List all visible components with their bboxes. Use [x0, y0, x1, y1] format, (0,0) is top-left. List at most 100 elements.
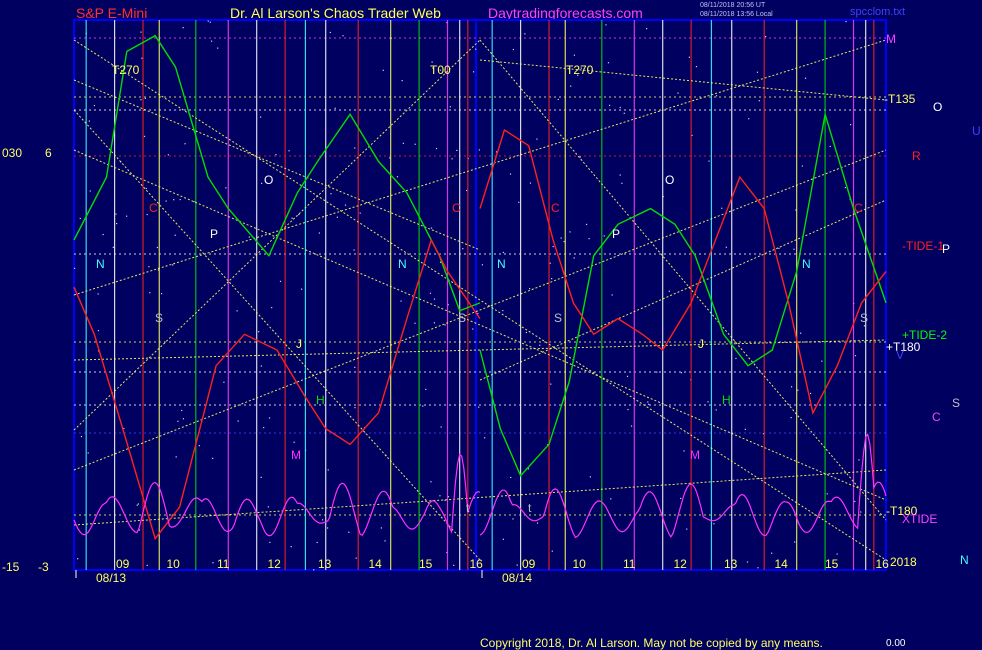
star-dot: [145, 187, 147, 190]
star-dot: [225, 187, 227, 189]
star-dot: [829, 145, 831, 148]
star-dot: [744, 428, 746, 430]
star-dot: [290, 546, 292, 548]
star-dot: [845, 21, 847, 23]
star-dot: [116, 222, 118, 225]
star-dot: [557, 98, 559, 101]
planet-label: T00: [430, 63, 451, 77]
star-dot: [321, 519, 324, 521]
star-dot: [695, 65, 698, 68]
star-dot: [647, 401, 649, 403]
star-dot: [453, 564, 455, 566]
star-dot: [400, 300, 402, 302]
star-dot: [512, 48, 514, 51]
star-dot: [746, 561, 749, 563]
star-dot: [355, 557, 357, 559]
star-dot: [456, 149, 458, 152]
star-dot: [603, 235, 605, 237]
date-tick-label: 08/14: [502, 571, 532, 585]
star-dot: [449, 106, 451, 108]
star-dot: [414, 143, 416, 145]
planet-label: P: [612, 227, 620, 241]
star-dot: [551, 277, 553, 280]
star-dot: [112, 246, 114, 248]
star-dot: [97, 330, 100, 332]
planet-label: P: [210, 227, 218, 241]
star-dot: [854, 355, 857, 357]
star-dot: [167, 154, 169, 156]
star-dot: [573, 54, 575, 56]
planet-label: O: [665, 173, 674, 187]
right-label-t135: -T135: [884, 92, 916, 106]
star-dot: [539, 344, 541, 346]
star-dot: [683, 450, 685, 452]
star-dot: [725, 246, 727, 248]
right-label-v: V: [896, 348, 905, 362]
star-dot: [573, 257, 575, 259]
star-dot: [713, 523, 715, 525]
star-dot: [836, 553, 838, 555]
hour-tick-label: 12: [674, 557, 688, 571]
planet-label: S: [554, 311, 562, 325]
star-dot: [137, 503, 139, 505]
star-dot: [212, 562, 214, 564]
star-dot: [217, 47, 219, 49]
star-dot: [524, 33, 526, 35]
planet-label: M: [291, 448, 301, 462]
star-dot: [850, 124, 852, 126]
star-dot: [549, 262, 551, 264]
star-dot: [560, 237, 562, 239]
hour-tick-label: 13: [318, 557, 332, 571]
star-dot: [793, 248, 795, 250]
star-dot: [402, 142, 404, 144]
star-dot: [327, 469, 329, 471]
star-dot: [140, 99, 142, 101]
hour-tick-label: 10: [167, 557, 181, 571]
star-dot: [626, 375, 629, 377]
star-dot: [288, 150, 290, 152]
date-tick-label: 08/13: [96, 571, 126, 585]
star-dot: [425, 388, 427, 391]
planet-label: O: [264, 173, 273, 187]
star-dot: [330, 193, 332, 195]
star-dot: [630, 425, 633, 427]
hour-tick-label: 11: [217, 557, 230, 571]
chart-screen: S&P E-Mini Dr. Al Larson's Chaos Trader …: [0, 0, 982, 650]
star-dot: [210, 40, 213, 42]
star-dot: [435, 147, 438, 150]
star-dot: [184, 143, 186, 145]
star-dot: [512, 518, 514, 520]
star-dot: [160, 293, 163, 295]
star-dot: [529, 287, 531, 290]
star-dot: [79, 217, 81, 220]
planet-label: T270: [566, 63, 594, 77]
star-dot: [396, 176, 399, 178]
star-dot: [149, 292, 151, 294]
planet-label: S: [155, 311, 163, 325]
star-dot: [334, 107, 336, 109]
star-dot: [715, 409, 717, 411]
y-label-top-b: 6: [45, 146, 52, 160]
star-dot: [721, 207, 723, 209]
star-dot: [863, 325, 866, 327]
star-dot: [260, 476, 262, 479]
star-dot: [74, 267, 76, 269]
star-dot: [260, 365, 262, 367]
hour-tick-label: 14: [369, 557, 383, 571]
hour-tick-label: 12: [268, 557, 282, 571]
planet-label: C: [854, 201, 863, 215]
star-dot: [271, 307, 273, 309]
hour-tick-label: 16: [876, 557, 890, 571]
planet-label: N: [802, 257, 811, 271]
star-dot: [756, 71, 759, 73]
star-dot: [156, 246, 158, 249]
star-dot: [569, 231, 571, 233]
star-dot: [146, 213, 148, 216]
star-dot: [589, 476, 591, 478]
planet-label: t: [528, 501, 532, 515]
hour-tick-label: 10: [573, 557, 587, 571]
planet-label: N: [398, 257, 407, 271]
star-dot: [93, 104, 96, 107]
star-dot: [790, 386, 793, 388]
year-label: 2018: [890, 555, 917, 569]
